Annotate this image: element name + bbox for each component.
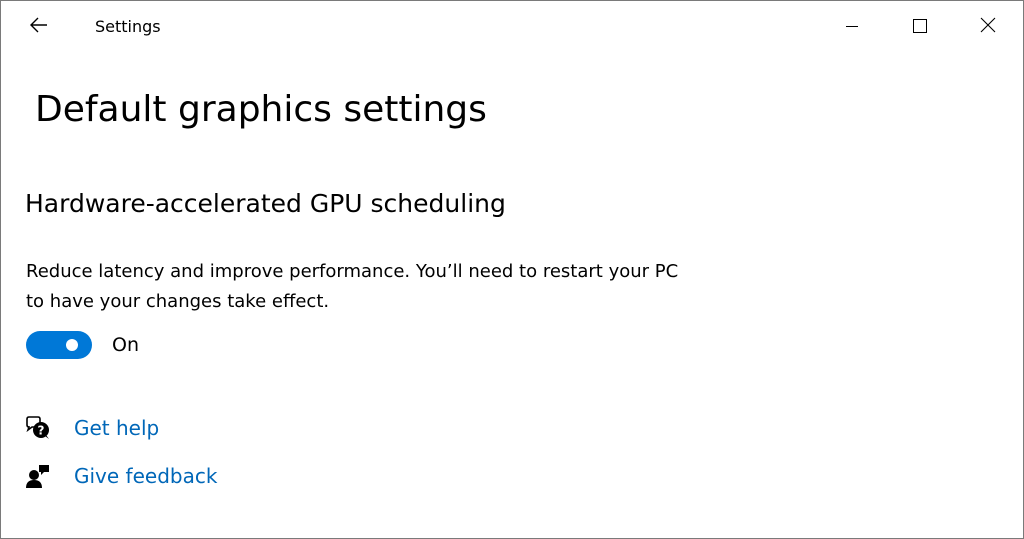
app-title: Settings <box>95 17 161 36</box>
maximize-icon <box>913 18 927 37</box>
feedback-icon <box>25 463 51 489</box>
gpu-scheduling-toggle[interactable] <box>26 331 92 359</box>
minimize-button[interactable] <box>830 7 874 47</box>
back-button[interactable] <box>23 11 55 43</box>
gpu-scheduling-toggle-row: On <box>26 331 139 359</box>
section-description: Reduce latency and improve performance. … <box>26 261 679 312</box>
give-feedback-label: Give feedback <box>74 464 218 488</box>
give-feedback-link[interactable]: Give feedback <box>25 461 217 491</box>
maximize-button[interactable] <box>898 7 942 47</box>
get-help-label: Get help <box>74 416 160 440</box>
toggle-knob <box>66 339 78 351</box>
get-help-link[interactable]: ? Get help <box>25 413 159 443</box>
title-bar: Settings <box>1 1 1023 53</box>
section-heading: Hardware-accelerated GPU scheduling <box>25 189 506 218</box>
svg-text:?: ? <box>38 424 45 438</box>
back-arrow-icon <box>30 17 48 37</box>
help-chat-icon: ? <box>25 415 51 441</box>
settings-window: Settings Default graphics settings Hardw… <box>0 0 1024 539</box>
toggle-state-label: On <box>112 334 139 356</box>
close-icon <box>980 17 996 37</box>
close-button[interactable] <box>966 7 1010 47</box>
page-title: Default graphics settings <box>35 89 487 130</box>
minimize-icon <box>845 18 859 37</box>
